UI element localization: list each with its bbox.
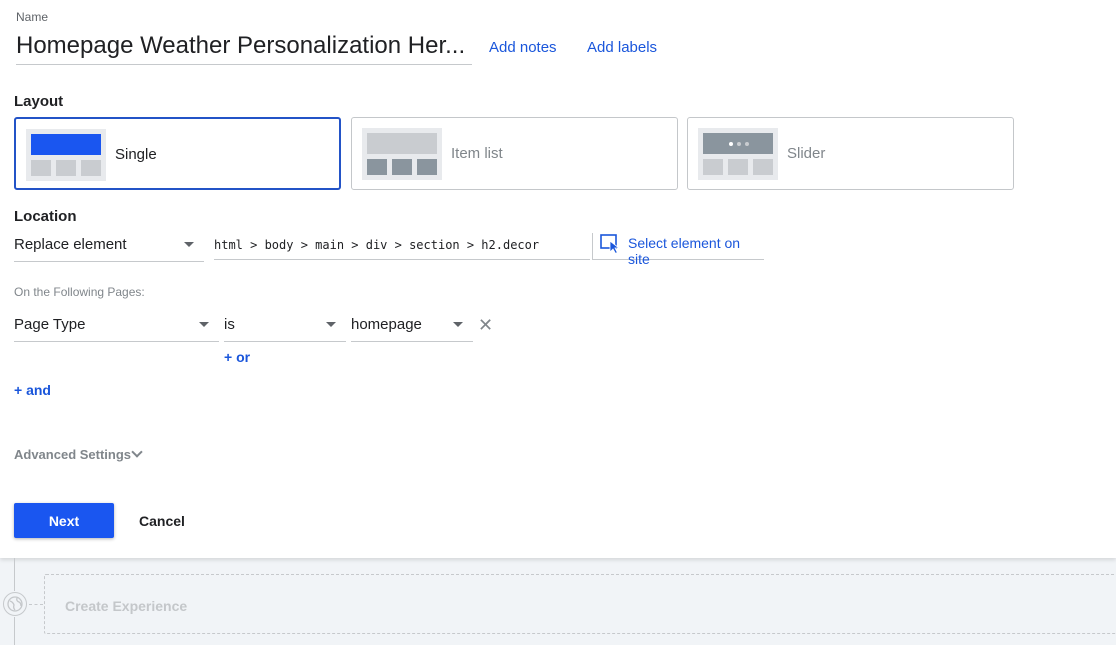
- page-rule-field-select[interactable]: Page Type: [14, 316, 219, 342]
- item-list-layout-icon: [362, 128, 442, 180]
- advanced-settings-toggle[interactable]: Advanced Settings: [14, 447, 131, 462]
- pages-label: On the Following Pages:: [14, 285, 145, 299]
- layout-option-single[interactable]: Single: [14, 117, 341, 190]
- layout-option-label: Single: [115, 146, 157, 163]
- slider-layout-icon: [698, 128, 778, 180]
- experience-form-panel: Name Homepage Weather Personalization He…: [0, 0, 1116, 558]
- layout-title: Layout: [14, 93, 64, 110]
- page-rule-operator-value: is: [224, 316, 235, 333]
- layout-option-label: Slider: [787, 145, 826, 162]
- location-mode-select[interactable]: Replace element: [14, 236, 204, 262]
- pointer-select-icon: [600, 234, 622, 259]
- add-labels-link[interactable]: Add labels: [587, 39, 657, 56]
- add-notes-link[interactable]: Add notes: [489, 39, 557, 56]
- dropdown-caret-icon: [199, 322, 209, 327]
- add-and-condition-link[interactable]: + and: [14, 382, 51, 398]
- dropdown-caret-icon: [453, 322, 463, 327]
- create-experience-label: Create Experience: [65, 598, 188, 614]
- select-element-button[interactable]: Select element on site: [592, 233, 764, 267]
- page-rule-operator-select[interactable]: is: [224, 316, 346, 342]
- globe-icon: [3, 592, 27, 616]
- layout-option-slider[interactable]: Slider: [687, 117, 1014, 190]
- layout-option-label: Item list: [451, 145, 503, 162]
- timeline-connector: [14, 617, 15, 645]
- add-or-condition-link[interactable]: + or: [224, 349, 250, 365]
- timeline-connector: [14, 558, 15, 591]
- dropdown-caret-icon: [326, 322, 336, 327]
- location-mode-value: Replace element: [14, 236, 127, 253]
- page-rule-value: homepage: [351, 316, 422, 333]
- layout-option-item-list[interactable]: Item list: [351, 117, 678, 190]
- remove-rule-close-icon[interactable]: ✕: [478, 315, 493, 336]
- single-layout-icon: [26, 129, 106, 181]
- next-button[interactable]: Next: [14, 503, 114, 538]
- location-title: Location: [14, 208, 77, 225]
- css-selector-field[interactable]: html > body > main > div > section > h2.…: [214, 238, 590, 260]
- name-input[interactable]: Homepage Weather Personalization Her...: [16, 30, 472, 65]
- page-rule-value-select[interactable]: homepage: [351, 316, 473, 342]
- page-rule-field-value: Page Type: [14, 316, 86, 333]
- cancel-button[interactable]: Cancel: [128, 503, 196, 538]
- select-element-label: Select element on site: [628, 235, 741, 267]
- timeline-dash: [29, 604, 43, 605]
- name-label: Name: [16, 10, 49, 24]
- dropdown-caret-icon: [184, 242, 194, 247]
- chevron-down-icon[interactable]: [131, 446, 143, 458]
- create-experience-placeholder[interactable]: Create Experience: [44, 574, 1116, 634]
